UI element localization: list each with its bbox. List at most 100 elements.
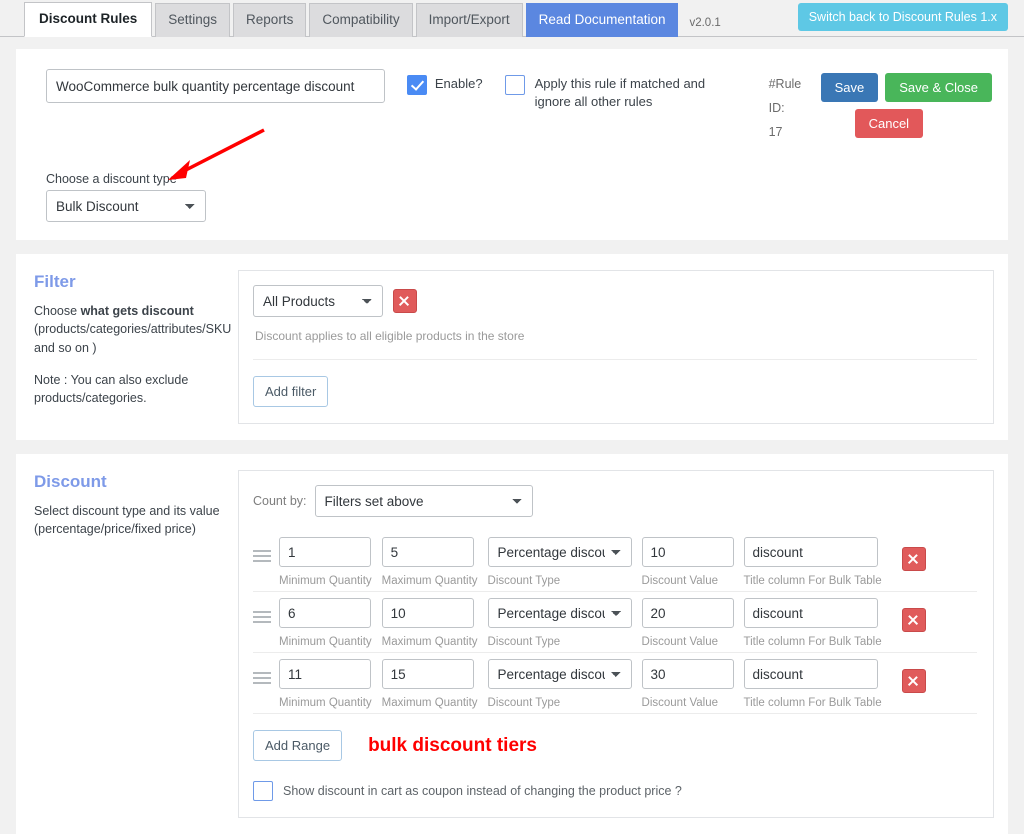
min-quantity-sublabel: Minimum Quantity [279, 697, 372, 709]
tab-discount-rules[interactable]: Discount Rules [24, 2, 152, 37]
max-quantity-cell: Maximum Quantity [382, 537, 478, 587]
discount-section-body: Count by: Filters set above Minimum Quan… [238, 470, 994, 818]
tier-discount-type-select[interactable]: Percentage discount [488, 598, 632, 628]
close-icon[interactable] [902, 669, 926, 693]
enable-checkbox[interactable] [407, 75, 427, 95]
min-quantity-cell: Minimum Quantity [279, 659, 372, 709]
cancel-button[interactable]: Cancel [855, 109, 923, 138]
max-quantity-cell: Maximum Quantity [382, 598, 478, 648]
max-quantity-input[interactable] [382, 598, 474, 628]
drag-handle-icon[interactable] [253, 550, 271, 565]
max-quantity-input[interactable] [382, 659, 474, 689]
filter-title: Filter [34, 272, 230, 292]
max-quantity-sublabel: Maximum Quantity [382, 636, 478, 648]
count-by-select[interactable]: Filters set above [315, 485, 533, 517]
filter-desc-prefix: Choose [34, 304, 81, 318]
max-quantity-sublabel: Maximum Quantity [382, 697, 478, 709]
exclusive-checkbox-group: Apply this rule if matched and ignore al… [505, 75, 743, 110]
title-column-input[interactable] [744, 537, 878, 567]
close-icon[interactable] [393, 289, 417, 313]
tab-settings[interactable]: Settings [155, 3, 230, 37]
title-column-cell: Title column For Bulk Table [744, 537, 882, 587]
title-column-input[interactable] [744, 598, 878, 628]
title-column-sublabel: Title column For Bulk Table [744, 575, 882, 587]
discount-value-cell: Discount Value [642, 537, 734, 587]
coupon-checkbox[interactable] [253, 781, 273, 801]
add-filter-button[interactable]: Add filter [253, 376, 328, 407]
max-quantity-sublabel: Maximum Quantity [382, 575, 478, 587]
tab-bar: Discount Rules Settings Reports Compatib… [0, 0, 1024, 37]
tier-discount-type-select[interactable]: Percentage discount [488, 537, 632, 567]
discount-type-label: Choose a discount type [46, 172, 992, 186]
discount-bottom-actions: Add Range bulk discount tiers [253, 730, 977, 761]
count-by-label: Count by: [253, 494, 307, 508]
annotation-bulk-discount-tiers: bulk discount tiers [368, 735, 537, 757]
close-icon[interactable] [902, 547, 926, 571]
filter-section: Filter Choose what gets discount (produc… [16, 254, 1008, 440]
rule-id-label: #Rule ID: [769, 73, 817, 121]
filter-desc-bold: what gets discount [81, 304, 194, 318]
tier-discount-type-select[interactable]: Percentage discount [488, 659, 632, 689]
rule-name-input[interactable] [46, 69, 385, 103]
table-row: Minimum Quantity Maximum Quantity Percen… [253, 653, 977, 714]
max-quantity-cell: Maximum Quantity [382, 659, 478, 709]
enable-checkbox-group: Enable? [407, 75, 483, 95]
min-quantity-sublabel: Minimum Quantity [279, 636, 372, 648]
discount-panel: Discount Select discount type and its va… [16, 454, 1008, 834]
discount-value-sublabel: Discount Value [642, 636, 734, 648]
filter-divider [253, 359, 977, 360]
discount-value-sublabel: Discount Value [642, 575, 734, 587]
version-label: v2.0.1 [689, 17, 720, 29]
save-button[interactable]: Save [821, 73, 879, 102]
rule-header-row: Enable? Apply this rule if matched and i… [32, 69, 992, 144]
panel-spacer-2 [0, 440, 1024, 454]
tab-compatibility[interactable]: Compatibility [309, 3, 412, 37]
min-quantity-input[interactable] [279, 537, 371, 567]
exclusive-checkbox[interactable] [505, 75, 525, 95]
discount-value-sublabel: Discount Value [642, 697, 734, 709]
add-range-button[interactable]: Add Range [253, 730, 342, 761]
min-quantity-input[interactable] [279, 598, 371, 628]
discount-value-input[interactable] [642, 659, 734, 689]
rule-id-block: #Rule ID: 17 [769, 73, 817, 144]
rule-button-row: Save Save & Close [821, 73, 992, 102]
discount-type-select[interactable]: Bulk Discount [46, 190, 206, 222]
switch-back-button[interactable]: Switch back to Discount Rules 1.x [798, 3, 1008, 31]
tab-read-documentation[interactable]: Read Documentation [526, 3, 679, 37]
min-quantity-cell: Minimum Quantity [279, 537, 372, 587]
save-and-close-button[interactable]: Save & Close [885, 73, 992, 102]
discount-type-cell: Percentage discount Discount Type [488, 598, 632, 648]
tab-reports[interactable]: Reports [233, 3, 306, 37]
max-quantity-input[interactable] [382, 537, 474, 567]
discount-type-sublabel: Discount Type [488, 636, 632, 648]
filter-desc-suffix: (products/categories/attributes/SKU and … [34, 322, 231, 354]
filter-hint: Discount applies to all eligible product… [255, 329, 977, 343]
filter-description: Choose what gets discount (products/cate… [34, 302, 230, 356]
drag-handle-icon[interactable] [253, 672, 271, 687]
rule-id-value: 17 [769, 121, 817, 145]
title-column-sublabel: Title column For Bulk Table [744, 636, 882, 648]
rule-actions: #Rule ID: 17 Save Save & Close Cancel [769, 73, 992, 144]
coupon-checkbox-row: Show discount in cart as coupon instead … [253, 781, 977, 801]
count-by-row: Count by: Filters set above [253, 485, 977, 517]
title-column-input[interactable] [744, 659, 878, 689]
tab-import-export[interactable]: Import/Export [416, 3, 523, 37]
discount-value-cell: Discount Value [642, 659, 734, 709]
discount-section-left: Discount Select discount type and its va… [34, 470, 230, 818]
filter-note: Note : You can also exclude products/cat… [34, 371, 230, 407]
filter-section-left: Filter Choose what gets discount (produc… [34, 270, 230, 424]
discount-type-sublabel: Discount Type [488, 575, 632, 587]
drag-handle-icon[interactable] [253, 611, 271, 626]
discount-value-input[interactable] [642, 598, 734, 628]
panel-spacer-1 [0, 240, 1024, 254]
enable-label: Enable? [435, 75, 483, 93]
discount-value-input[interactable] [642, 537, 734, 567]
discount-type-cell: Percentage discount Discount Type [488, 537, 632, 587]
close-icon[interactable] [902, 608, 926, 632]
exclusive-label: Apply this rule if matched and ignore al… [535, 75, 743, 110]
filter-target-select[interactable]: All Products [253, 285, 383, 317]
filter-section-body: All Products Discount applies to all eli… [238, 270, 994, 424]
discount-title: Discount [34, 472, 230, 492]
title-column-cell: Title column For Bulk Table [744, 659, 882, 709]
min-quantity-input[interactable] [279, 659, 371, 689]
